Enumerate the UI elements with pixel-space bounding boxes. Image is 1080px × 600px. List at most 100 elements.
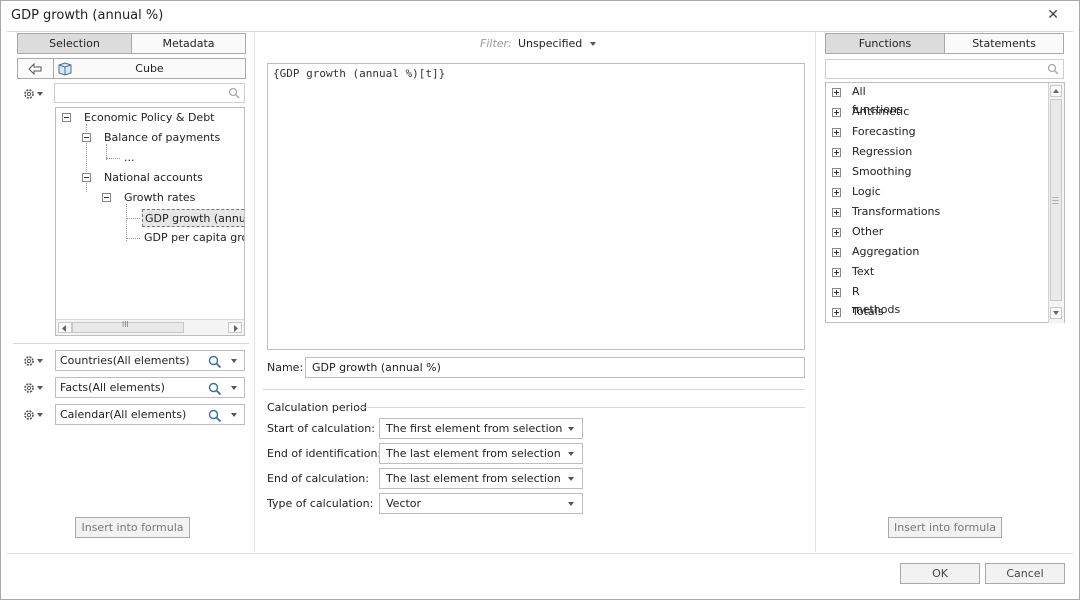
dimension-countries[interactable]: Countries(All elements): [55, 350, 245, 371]
scroll-left-icon[interactable]: [58, 322, 72, 333]
filter-value: Unspecified: [518, 37, 583, 50]
expand-icon[interactable]: [832, 108, 841, 117]
expand-icon[interactable]: [832, 88, 841, 97]
filter-dropdown[interactable]: Unspecified: [518, 37, 596, 50]
insert-into-formula-button-left[interactable]: Insert into formula: [75, 517, 190, 538]
search-icon: [1047, 63, 1059, 75]
type-of-calculation-select[interactable]: Vector: [379, 493, 583, 514]
collapse-icon[interactable]: [62, 113, 71, 122]
name-field[interactable]: GDP growth (annual %): [305, 357, 805, 378]
right-panel-divider: [815, 32, 816, 552]
chevron-down-icon: [37, 413, 43, 417]
scroll-thumb[interactable]: lll: [72, 320, 184, 333]
scroll-thumb[interactable]: — — —: [1050, 99, 1062, 301]
collapse-icon[interactable]: [102, 193, 111, 202]
dimension-label: Calendar(All elements): [60, 408, 187, 421]
tree-node-placeholder: ...: [124, 151, 135, 164]
cube-label: Cube: [135, 62, 164, 75]
cube-nav-button[interactable]: Cube: [53, 58, 246, 79]
end-of-identification-label: End of identification:: [267, 447, 382, 460]
scroll-right-icon[interactable]: [228, 322, 242, 333]
tree-node-gdp-per-capita[interactable]: GDP per capita grow: [144, 229, 244, 247]
collapse-icon[interactable]: [82, 133, 91, 142]
gear-icon: [24, 356, 34, 366]
search-icon: [228, 87, 240, 99]
tab-metadata[interactable]: Metadata: [131, 33, 246, 54]
chevron-down-icon: [37, 359, 43, 363]
expand-icon[interactable]: [832, 288, 841, 297]
cube-icon: [58, 62, 72, 76]
gear-icon: [24, 383, 34, 393]
footer-divider: [7, 553, 1073, 554]
chevron-down-icon: [37, 92, 43, 96]
chevron-down-icon: [568, 427, 574, 431]
tree-settings-button[interactable]: [21, 84, 43, 104]
expand-icon[interactable]: [832, 308, 841, 317]
expand-icon[interactable]: [832, 188, 841, 197]
formula-editor[interactable]: {GDP growth (annual %)[t]}: [267, 63, 805, 350]
expand-icon[interactable]: [832, 268, 841, 277]
end-of-calculation-select[interactable]: The last element from selection: [379, 468, 583, 489]
expand-icon[interactable]: [832, 228, 841, 237]
close-icon[interactable]: ✕: [1047, 7, 1059, 23]
tree-node-balance-of-payments[interactable]: Balance of payments: [104, 129, 220, 147]
collapse-icon[interactable]: [82, 173, 91, 182]
scroll-down-icon[interactable]: [1050, 307, 1062, 319]
dimension-label: Countries(All elements): [60, 354, 190, 367]
type-of-calculation-label: Type of calculation:: [267, 497, 374, 510]
dimension-settings-button[interactable]: [21, 378, 43, 398]
expand-icon[interactable]: [832, 168, 841, 177]
end-of-calculation-label: End of calculation:: [267, 472, 369, 485]
search-icon[interactable]: [208, 355, 222, 368]
chevron-down-icon[interactable]: [231, 359, 237, 363]
dialog-window: GDP growth (annual %) ✕ Selection Metada…: [0, 0, 1080, 600]
search-icon[interactable]: [208, 409, 222, 422]
end-of-identification-select[interactable]: The last element from selection: [379, 443, 583, 464]
search-icon[interactable]: [208, 382, 222, 395]
select-value: The first element from selection: [386, 422, 563, 435]
title-bar: GDP growth (annual %) ✕: [1, 1, 1079, 31]
tree-search-input[interactable]: [54, 83, 245, 103]
tree-node-growth-rates[interactable]: Growth rates: [124, 189, 195, 207]
gear-icon: [24, 89, 34, 99]
select-value: Vector: [386, 497, 422, 510]
chevron-down-icon[interactable]: [231, 386, 237, 390]
metadata-tree: Economic Policy & Debt Balance of paymen…: [55, 107, 245, 336]
dimension-calendar[interactable]: Calendar(All elements): [55, 404, 245, 425]
chevron-down-icon: [568, 477, 574, 481]
horizontal-scrollbar[interactable]: lll: [56, 319, 244, 335]
tab-selection[interactable]: Selection: [17, 33, 132, 54]
dimension-settings-button[interactable]: [21, 405, 43, 425]
cancel-button[interactable]: Cancel: [985, 563, 1065, 584]
title-divider: [7, 31, 1073, 32]
tab-functions[interactable]: Functions: [825, 33, 945, 54]
dimension-label: Facts(All elements): [60, 381, 165, 394]
tree-node-national-accounts[interactable]: National accounts: [104, 169, 203, 187]
chevron-down-icon[interactable]: [231, 413, 237, 417]
chevron-down-icon: [568, 502, 574, 506]
dimension-facts[interactable]: Facts(All elements): [55, 377, 245, 398]
start-of-calculation-label: Start of calculation:: [267, 422, 375, 435]
back-button[interactable]: [17, 58, 54, 79]
tree-node-gdp-growth[interactable]: GDP growth (annual: [142, 209, 244, 227]
filter-label: Filter:: [480, 37, 512, 50]
start-of-calculation-select[interactable]: The first element from selection: [379, 418, 583, 439]
calculation-period-title: Calculation period: [267, 401, 367, 414]
dimension-settings-button[interactable]: [21, 351, 43, 371]
left-panel-divider: [254, 32, 255, 552]
expand-icon[interactable]: [832, 208, 841, 217]
ok-button[interactable]: OK: [900, 563, 980, 584]
name-label: Name:: [267, 361, 304, 374]
center-divider: [263, 389, 805, 390]
vertical-scrollbar[interactable]: — — —: [1048, 83, 1064, 323]
insert-into-formula-button-right[interactable]: Insert into formula: [888, 517, 1002, 538]
tab-statements[interactable]: Statements: [944, 33, 1064, 54]
chevron-down-icon: [37, 386, 43, 390]
scroll-up-icon[interactable]: [1050, 85, 1062, 97]
function-search-input[interactable]: [825, 59, 1064, 79]
expand-icon[interactable]: [832, 248, 841, 257]
select-value: The last element from selection: [386, 447, 561, 460]
expand-icon[interactable]: [832, 148, 841, 157]
expand-icon[interactable]: [832, 128, 841, 137]
tree-node-economic-policy[interactable]: Economic Policy & Debt: [84, 109, 215, 127]
